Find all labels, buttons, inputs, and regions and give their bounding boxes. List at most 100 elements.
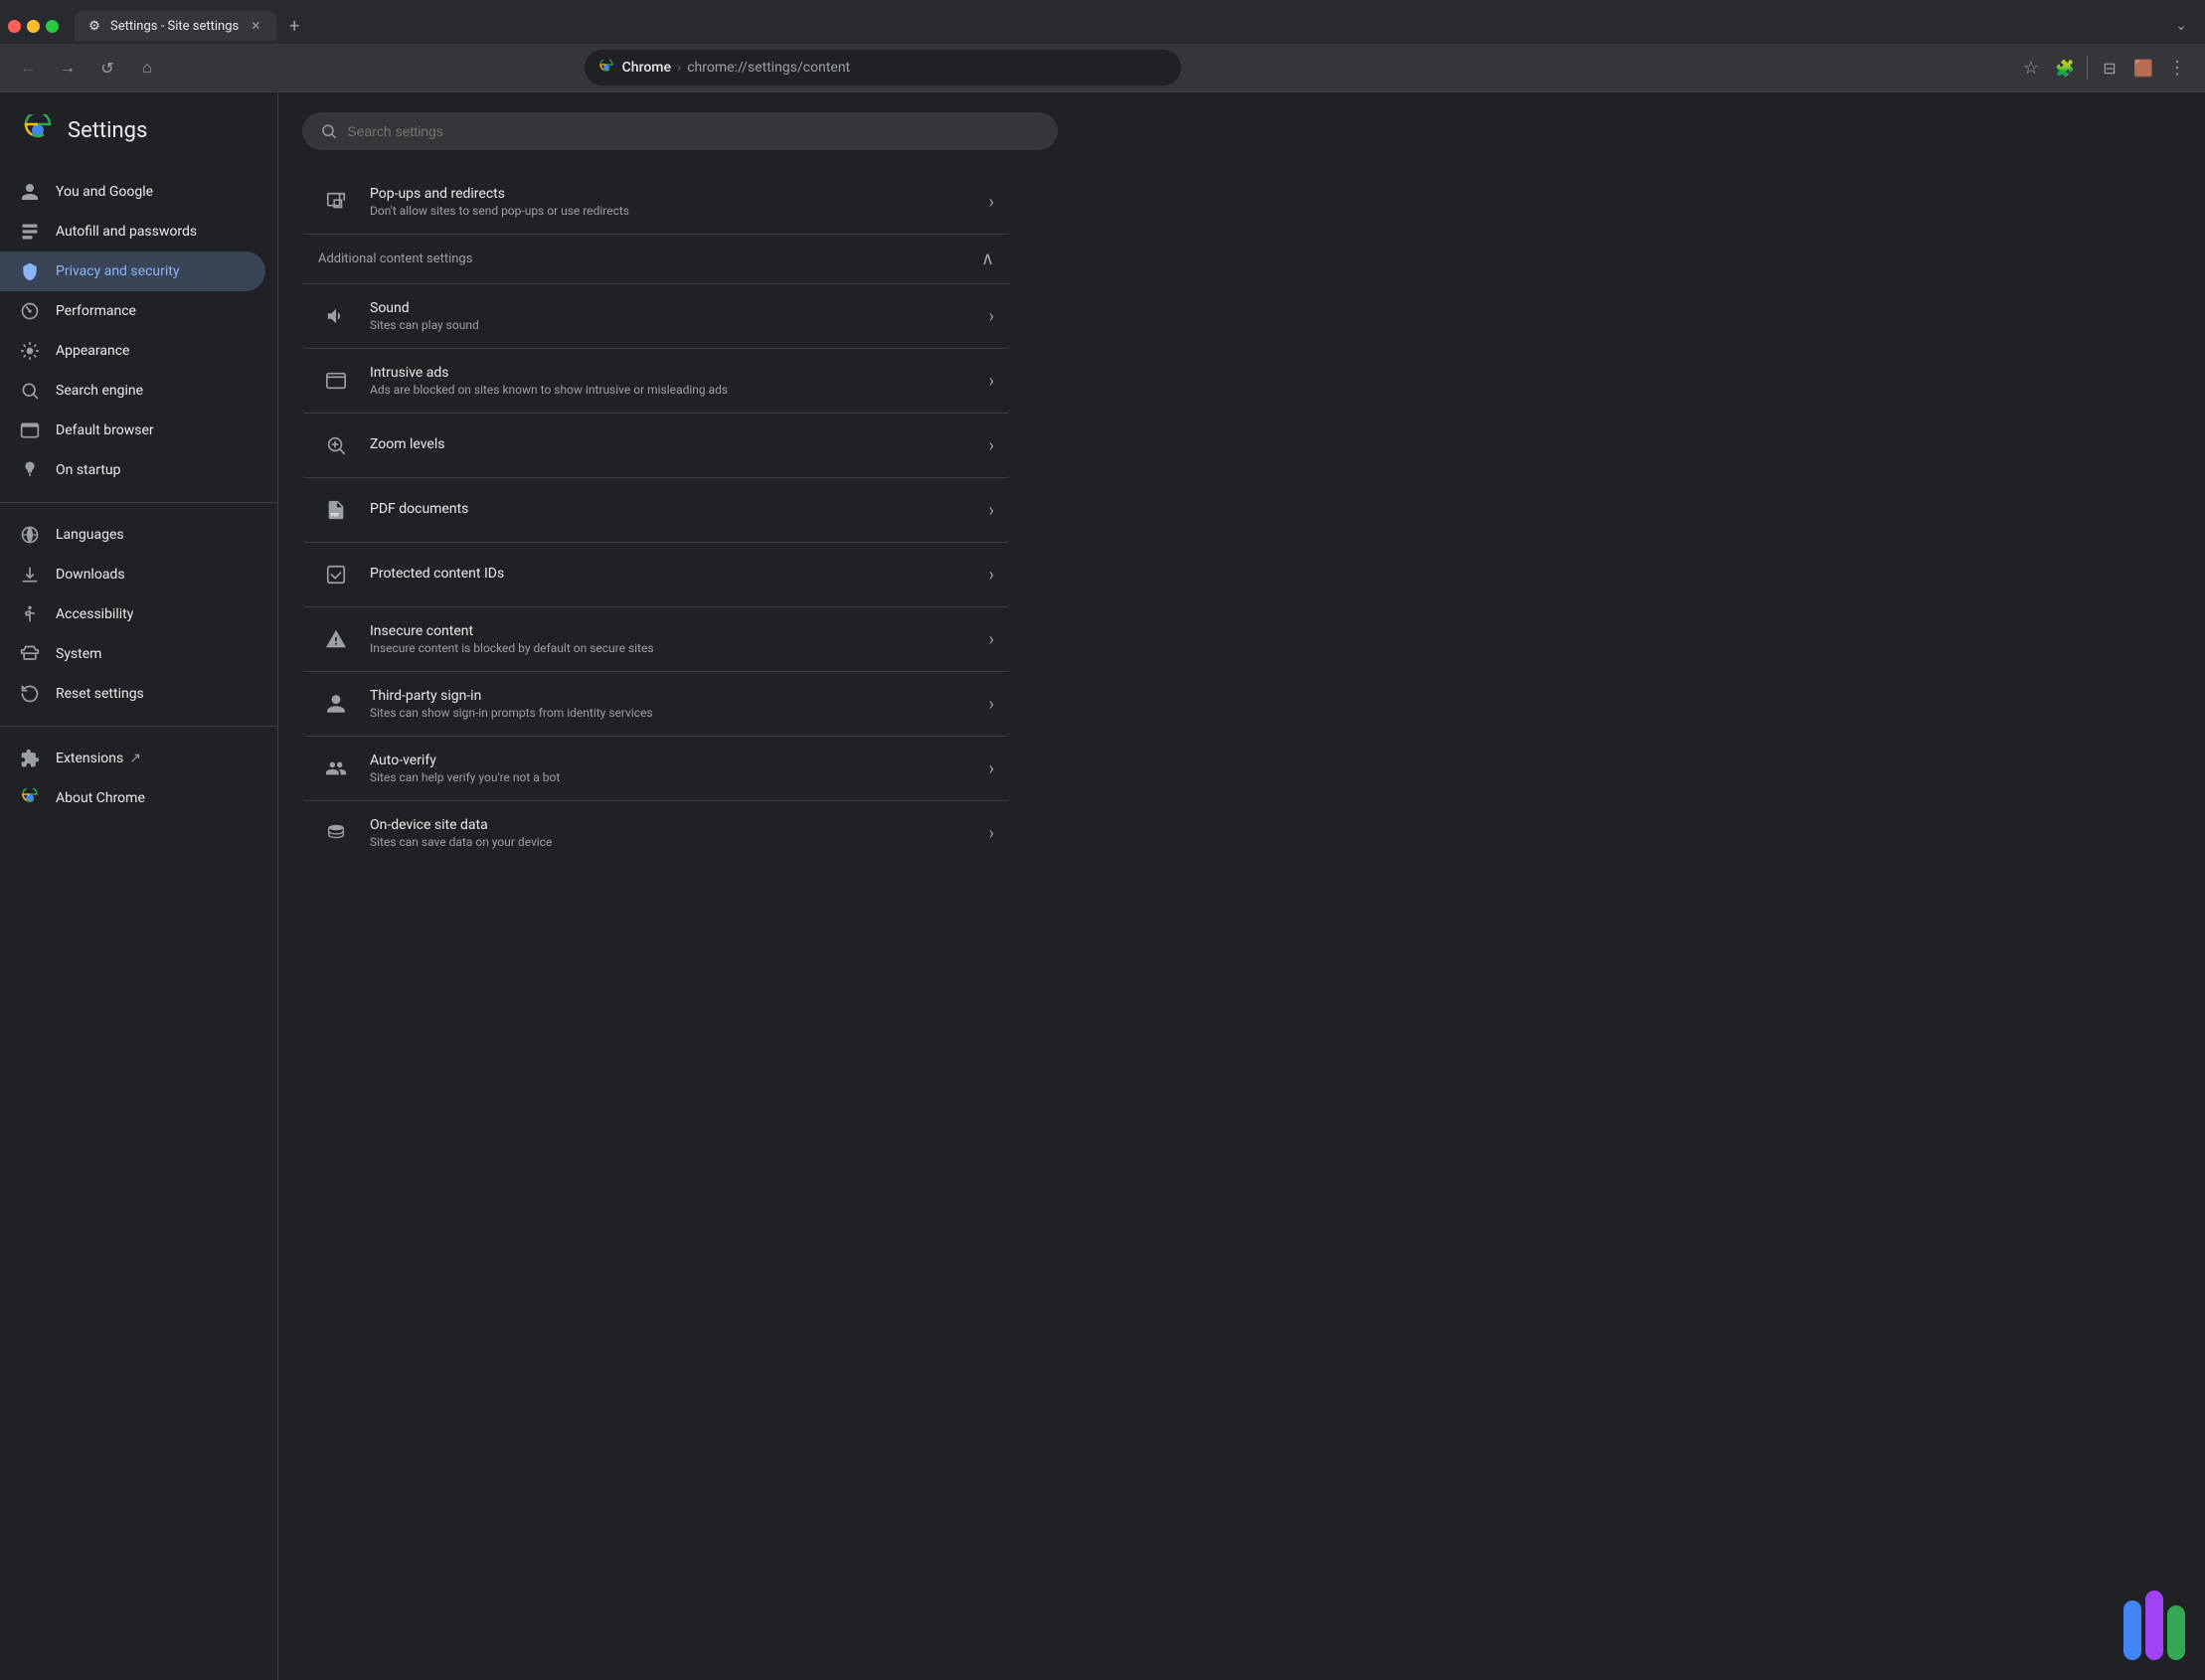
tab-title: Settings - Site settings bbox=[110, 19, 239, 34]
list-item-third-party-signin[interactable]: Third-party sign-in Sites can show sign-… bbox=[302, 672, 1010, 737]
nav-extensions[interactable]: Extensions ↗ bbox=[0, 739, 265, 778]
nav-system[interactable]: System bbox=[0, 634, 265, 674]
external-link-icon: ↗ bbox=[129, 751, 141, 766]
nav-divider-1 bbox=[0, 502, 277, 503]
nav-privacy-security[interactable]: Privacy and security bbox=[0, 252, 265, 291]
nav-on-startup[interactable]: On startup bbox=[0, 450, 265, 490]
home-button[interactable]: ⌂ bbox=[131, 52, 163, 84]
third-party-signin-chevron-icon: › bbox=[989, 694, 994, 715]
profile-button[interactable]: 🟫 bbox=[2127, 52, 2159, 84]
third-party-signin-desc: Sites can show sign-in prompts from iden… bbox=[370, 706, 981, 720]
nav-label-languages: Languages bbox=[56, 527, 124, 543]
nav-label-system: System bbox=[56, 646, 101, 662]
additional-content-header[interactable]: Additional content settings ∧ bbox=[302, 235, 1010, 284]
on-device-data-desc: Sites can save data on your device bbox=[370, 835, 981, 849]
third-party-signin-icon bbox=[318, 686, 354, 722]
about-chrome-icon bbox=[20, 788, 40, 808]
list-item-sound[interactable]: Sound Sites can play sound › bbox=[302, 284, 1010, 349]
list-item-protected-content[interactable]: Protected content IDs › bbox=[302, 543, 1010, 607]
tab-overflow-button[interactable]: ⌄ bbox=[2165, 10, 2197, 42]
close-tab-button[interactable]: ✕ bbox=[247, 17, 264, 35]
languages-icon bbox=[20, 525, 40, 545]
maximize-window-button[interactable] bbox=[46, 20, 59, 33]
address-text: Chrome › chrome://settings/content bbox=[622, 60, 850, 76]
close-window-button[interactable] bbox=[8, 20, 21, 33]
nav-label-default-browser: Default browser bbox=[56, 422, 154, 438]
pdf-icon: PDF bbox=[318, 492, 354, 528]
search-input[interactable] bbox=[347, 123, 1040, 139]
nav-default-browser[interactable]: Default browser bbox=[0, 411, 265, 450]
list-item-auto-verify[interactable]: Auto-verify Sites can help verify you're… bbox=[302, 737, 1010, 801]
nav-appearance[interactable]: Appearance bbox=[0, 331, 265, 371]
third-party-signin-content: Third-party sign-in Sites can show sign-… bbox=[370, 688, 981, 720]
side-panel-button[interactable]: ⊟ bbox=[2094, 52, 2125, 84]
back-button[interactable]: ← bbox=[12, 52, 44, 84]
list-item-insecure-content[interactable]: Insecure content Insecure content is blo… bbox=[302, 607, 1010, 672]
nav-label-about-chrome: About Chrome bbox=[56, 790, 145, 806]
nav-reset-settings[interactable]: Reset settings bbox=[0, 674, 265, 714]
reload-button[interactable]: ↺ bbox=[91, 52, 123, 84]
tab-bar-right: ⌄ bbox=[2165, 10, 2197, 42]
intrusive-ads-icon bbox=[318, 363, 354, 399]
nav-autofill-passwords[interactable]: Autofill and passwords bbox=[0, 212, 265, 252]
active-tab[interactable]: ⚙ Settings - Site settings ✕ bbox=[75, 11, 276, 41]
on-device-data-title: On-device site data bbox=[370, 817, 981, 833]
auto-verify-content: Auto-verify Sites can help verify you're… bbox=[370, 753, 981, 784]
list-item-intrusive-ads[interactable]: Intrusive ads Ads are blocked on sites k… bbox=[302, 349, 1010, 414]
on-device-data-content: On-device site data Sites can save data … bbox=[370, 817, 981, 849]
insecure-content-desc: Insecure content is blocked by default o… bbox=[370, 641, 981, 655]
extensions-button[interactable]: 🧩 bbox=[2049, 52, 2081, 84]
new-tab-button[interactable]: + bbox=[280, 12, 308, 40]
toolbar-right-buttons: ☆ 🧩 ⊟ 🟫 ⋮ bbox=[2015, 52, 2193, 84]
nav-label-downloads: Downloads bbox=[56, 567, 125, 583]
insecure-content-icon bbox=[318, 621, 354, 657]
nav-search-engine[interactable]: Search engine bbox=[0, 371, 265, 411]
nav-divider-2 bbox=[0, 726, 277, 727]
third-party-signin-title: Third-party sign-in bbox=[370, 688, 981, 704]
content-area: Pop-ups and redirects Don't allow sites … bbox=[278, 92, 2205, 1680]
list-item-zoom[interactable]: Zoom levels › bbox=[302, 414, 1010, 478]
list-item-on-device-data[interactable]: On-device site data Sites can save data … bbox=[302, 801, 1010, 865]
nav-label-search-engine: Search engine bbox=[56, 383, 143, 399]
nav-about-chrome[interactable]: About Chrome bbox=[0, 778, 265, 818]
intrusive-ads-chevron-icon: › bbox=[989, 371, 994, 392]
auto-verify-icon bbox=[318, 751, 354, 786]
color-bar-blue bbox=[2123, 1600, 2141, 1660]
nav-accessibility[interactable]: Accessibility bbox=[0, 594, 265, 634]
nav-label-you-and-google: You and Google bbox=[56, 184, 153, 200]
main-area: Settings You and Google Autofill and pas… bbox=[0, 92, 2205, 1680]
nav-you-and-google[interactable]: You and Google bbox=[0, 172, 265, 212]
sound-desc: Sites can play sound bbox=[370, 318, 981, 332]
insecure-content-chevron-icon: › bbox=[989, 629, 994, 650]
bookmark-button[interactable]: ☆ bbox=[2015, 52, 2047, 84]
extensions-nav-icon bbox=[20, 749, 40, 768]
color-bars-decoration bbox=[2123, 1591, 2185, 1660]
address-bar[interactable]: Chrome › chrome://settings/content bbox=[585, 50, 1181, 85]
zoom-title: Zoom levels bbox=[370, 436, 981, 452]
section-chevron-icon: ∧ bbox=[981, 249, 994, 269]
auto-verify-desc: Sites can help verify you're not a bot bbox=[370, 770, 981, 784]
nav-languages[interactable]: Languages bbox=[0, 515, 265, 555]
intrusive-ads-desc: Ads are blocked on sites known to show i… bbox=[370, 383, 981, 397]
settings-page-title: Settings bbox=[68, 118, 147, 143]
minimize-window-button[interactable] bbox=[27, 20, 40, 33]
list-item-pdf[interactable]: PDF PDF documents › bbox=[302, 478, 1010, 543]
system-icon bbox=[20, 644, 40, 664]
forward-button[interactable]: → bbox=[52, 52, 84, 84]
chrome-settings-logo bbox=[20, 112, 56, 148]
list-item-popups[interactable]: Pop-ups and redirects Don't allow sites … bbox=[302, 170, 1010, 235]
additional-content-label: Additional content settings bbox=[318, 252, 472, 266]
menu-button[interactable]: ⋮ bbox=[2161, 52, 2193, 84]
nav-performance[interactable]: Performance bbox=[0, 291, 265, 331]
nav-label-reset: Reset settings bbox=[56, 686, 144, 702]
color-bar-purple bbox=[2145, 1591, 2163, 1660]
on-device-data-chevron-icon: › bbox=[989, 823, 994, 844]
extensions-label-row: Extensions ↗ bbox=[56, 751, 246, 766]
nav-downloads[interactable]: Downloads bbox=[0, 555, 265, 594]
toolbar-divider bbox=[2087, 56, 2088, 80]
auto-verify-chevron-icon: › bbox=[989, 758, 994, 779]
search-bar[interactable] bbox=[302, 112, 1058, 150]
performance-icon bbox=[20, 301, 40, 321]
sound-icon bbox=[318, 298, 354, 334]
nav-label-accessibility: Accessibility bbox=[56, 606, 133, 622]
